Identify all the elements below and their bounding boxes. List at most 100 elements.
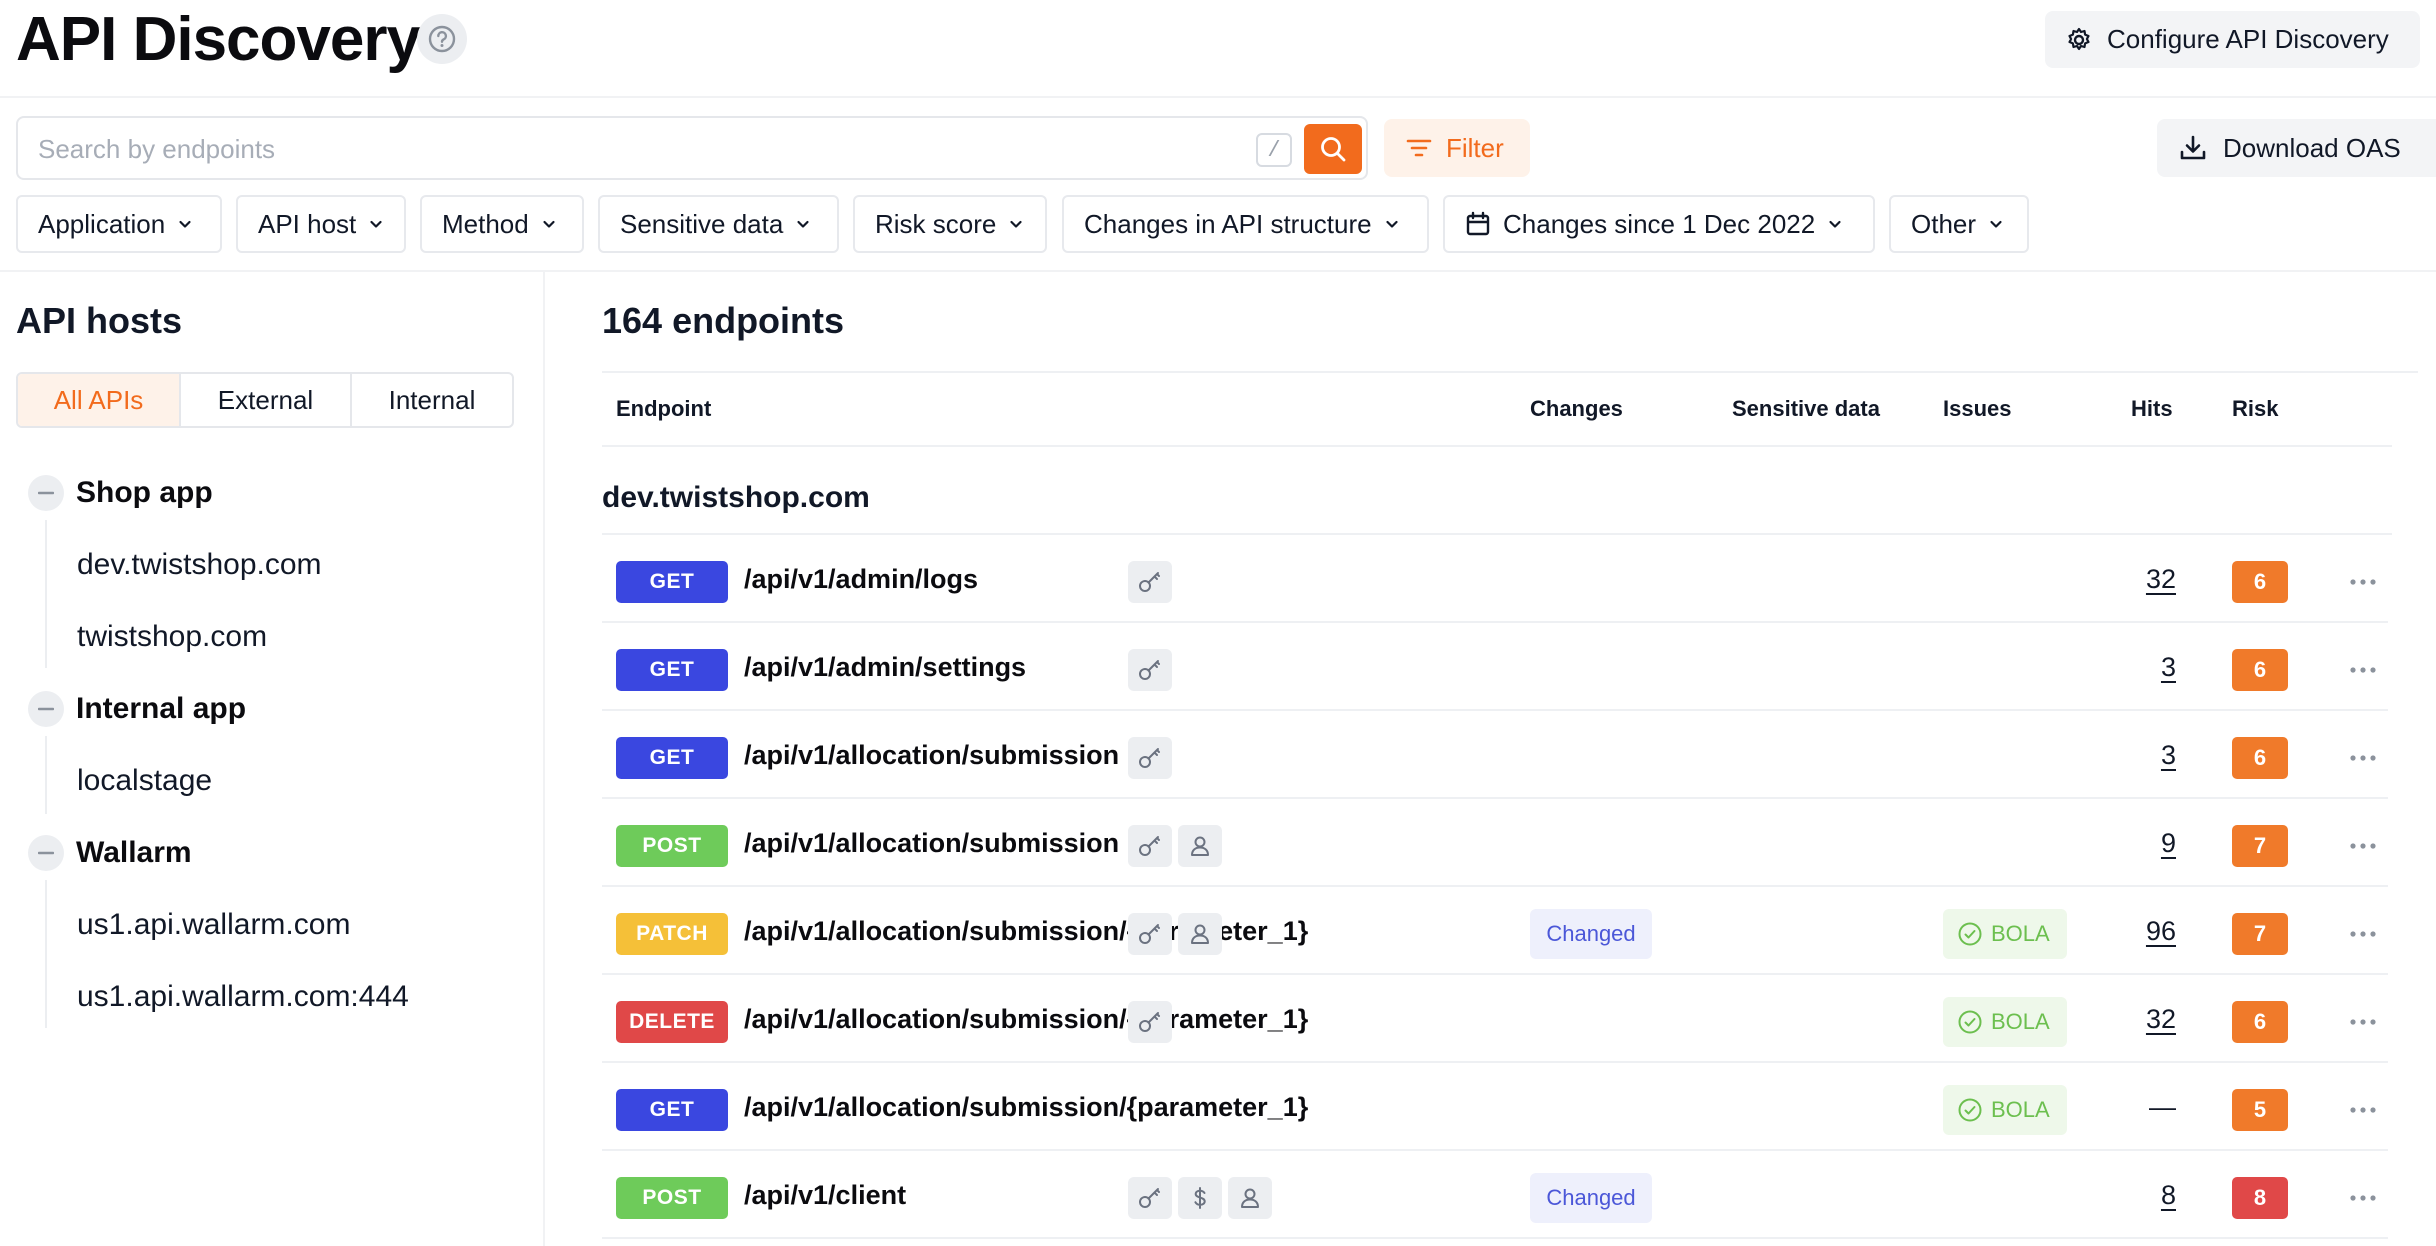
filter-risk-score-dropdown[interactable]: Risk score: [853, 195, 1047, 253]
chevron-down-icon: [1386, 220, 1398, 228]
filter-button[interactable]: Filter: [1384, 119, 1530, 177]
sidebar-host-item[interactable]: twistshop.com: [77, 620, 267, 654]
tree-line: [45, 520, 47, 668]
filter-api-structure-changes-dropdown[interactable]: Changes in API structure: [1062, 195, 1429, 253]
more-actions-icon[interactable]: [2348, 1007, 2378, 1037]
segment-all-apis[interactable]: All APIs: [18, 374, 181, 426]
filter-other-dropdown[interactable]: Other: [1889, 195, 2029, 253]
check-circle-icon: [1958, 1010, 1982, 1034]
filter-application-dropdown[interactable]: Application: [16, 195, 222, 253]
endpoint-group-host: dev.twistshop.com: [602, 481, 870, 514]
help-icon[interactable]: [417, 14, 467, 64]
filter-changes-since-dropdown[interactable]: Changes since 1 Dec 2022: [1443, 195, 1875, 253]
table-row[interactable]: GET/api/v1/admin/settings 3 6: [602, 623, 2388, 711]
risk-score-badge: 5: [2232, 1089, 2288, 1131]
sidebar-host-item[interactable]: us1.api.wallarm.com: [77, 908, 350, 942]
table-row[interactable]: POST/api/v1/allocation/submission 9 7: [602, 799, 2388, 887]
hits-count[interactable]: 96: [2096, 916, 2176, 947]
more-actions-icon[interactable]: [2348, 743, 2378, 773]
download-icon: [2180, 135, 2206, 160]
hits-count[interactable]: 32: [2096, 564, 2176, 595]
issue-badge[interactable]: BOLA: [1943, 997, 2067, 1047]
hits-count[interactable]: 32: [2096, 1004, 2176, 1035]
sidebar-host-item[interactable]: dev.twistshop.com: [77, 548, 322, 582]
endpoint-path[interactable]: /api/v1/allocation/submission/{parameter…: [744, 1004, 1308, 1035]
issue-label: BOLA: [1991, 1009, 2050, 1034]
key-icon: [1128, 737, 1172, 779]
download-label: Download OAS: [2223, 132, 2401, 163]
method-badge: PATCH: [616, 913, 728, 955]
endpoint-path[interactable]: /api/v1/allocation/submission/{parameter…: [744, 1092, 1308, 1123]
dropdown-label: Application: [38, 208, 166, 239]
tree-line: [45, 736, 47, 814]
dropdown-label: Changes in API structure: [1084, 208, 1372, 239]
sidebar-host-item[interactable]: us1.api.wallarm.com:444: [77, 980, 409, 1014]
segment-external[interactable]: External: [181, 374, 352, 426]
user-icon: [1228, 1177, 1272, 1219]
method-badge: GET: [616, 737, 728, 779]
changed-badge: Changed: [1530, 909, 1652, 959]
table-row[interactable]: GET/api/v1/allocation/submission 3 6: [602, 711, 2388, 799]
hits-count[interactable]: 9: [2096, 828, 2176, 859]
table-row[interactable]: DELETE/api/v1/allocation/submission/{par…: [602, 975, 2388, 1063]
collapse-icon[interactable]: [28, 475, 64, 511]
hits-count[interactable]: 8: [2096, 1180, 2176, 1211]
chevron-down-icon: [370, 220, 382, 228]
key-icon: [1128, 1001, 1172, 1043]
more-actions-icon[interactable]: [2348, 1095, 2378, 1125]
method-badge: POST: [616, 825, 728, 867]
sidebar-host-item[interactable]: localstage: [77, 764, 212, 798]
risk-score-badge: 6: [2232, 1001, 2288, 1043]
collapse-icon[interactable]: [28, 691, 64, 727]
host-group-shop-app[interactable]: Shop app: [28, 475, 213, 511]
column-header-changes: Changes: [1530, 396, 1623, 421]
endpoint-path[interactable]: /api/v1/admin/logs: [744, 564, 978, 595]
risk-score-badge: 7: [2232, 913, 2288, 955]
dropdown-label: Other: [1911, 208, 1977, 239]
key-icon: [1128, 649, 1172, 691]
risk-score-badge: 6: [2232, 561, 2288, 603]
more-actions-icon[interactable]: [2348, 655, 2378, 685]
segment-internal[interactable]: Internal: [352, 374, 512, 426]
table-row[interactable]: GET/api/v1/admin/logs 32 6: [602, 535, 2388, 623]
configure-api-discovery-button[interactable]: Configure API Discovery: [2045, 11, 2420, 68]
more-actions-icon[interactable]: [2348, 567, 2378, 597]
risk-score-badge: 6: [2232, 737, 2288, 779]
user-icon: [1178, 913, 1222, 955]
more-actions-icon[interactable]: [2348, 1183, 2378, 1213]
table-row[interactable]: POST/api/v1/client Changed 8 8: [602, 1151, 2388, 1239]
hits-count[interactable]: 3: [2096, 740, 2176, 771]
chevron-down-icon: [1990, 220, 2002, 228]
endpoint-path[interactable]: /api/v1/allocation/submission: [744, 828, 1119, 859]
filter-sensitive-data-dropdown[interactable]: Sensitive data: [598, 195, 839, 253]
filter-method-dropdown[interactable]: Method: [420, 195, 584, 253]
table-top-border: [602, 371, 2418, 373]
host-group-internal-app[interactable]: Internal app: [28, 691, 246, 727]
endpoint-path[interactable]: /api/v1/allocation/submission: [744, 740, 1119, 771]
endpoints-count-title: 164 endpoints: [602, 300, 845, 341]
table-row[interactable]: PATCH/api/v1/allocation/submission/{para…: [602, 887, 2388, 975]
host-group-wallarm[interactable]: Wallarm: [28, 835, 192, 871]
issue-badge[interactable]: BOLA: [1943, 909, 2067, 959]
issue-badge[interactable]: BOLA: [1943, 1085, 2067, 1135]
check-circle-icon: [1958, 1098, 1982, 1122]
key-icon: [1128, 825, 1172, 867]
search-button[interactable]: [1304, 124, 1362, 174]
collapse-icon[interactable]: [28, 835, 64, 871]
calendar-icon: [1466, 211, 1490, 236]
method-badge: POST: [616, 1177, 728, 1219]
endpoint-path[interactable]: /api/v1/allocation/submission/{parameter…: [744, 916, 1308, 947]
configure-label: Configure API Discovery: [2107, 24, 2389, 54]
hits-count[interactable]: 3: [2096, 652, 2176, 683]
download-oas-button[interactable]: Download OAS: [2157, 119, 2436, 177]
more-actions-icon[interactable]: [2348, 919, 2378, 949]
section-divider: [0, 270, 2436, 272]
filter-api-host-dropdown[interactable]: API host: [236, 195, 406, 253]
endpoint-path[interactable]: /api/v1/admin/settings: [744, 652, 1026, 683]
chevron-down-icon: [543, 220, 555, 228]
endpoint-path[interactable]: /api/v1/client: [744, 1180, 906, 1211]
search-input[interactable]: [38, 132, 1238, 166]
table-row[interactable]: GET/api/v1/allocation/submission/{parame…: [602, 1063, 2388, 1151]
more-actions-icon[interactable]: [2348, 831, 2378, 861]
shortcut-key: /: [1256, 133, 1292, 167]
